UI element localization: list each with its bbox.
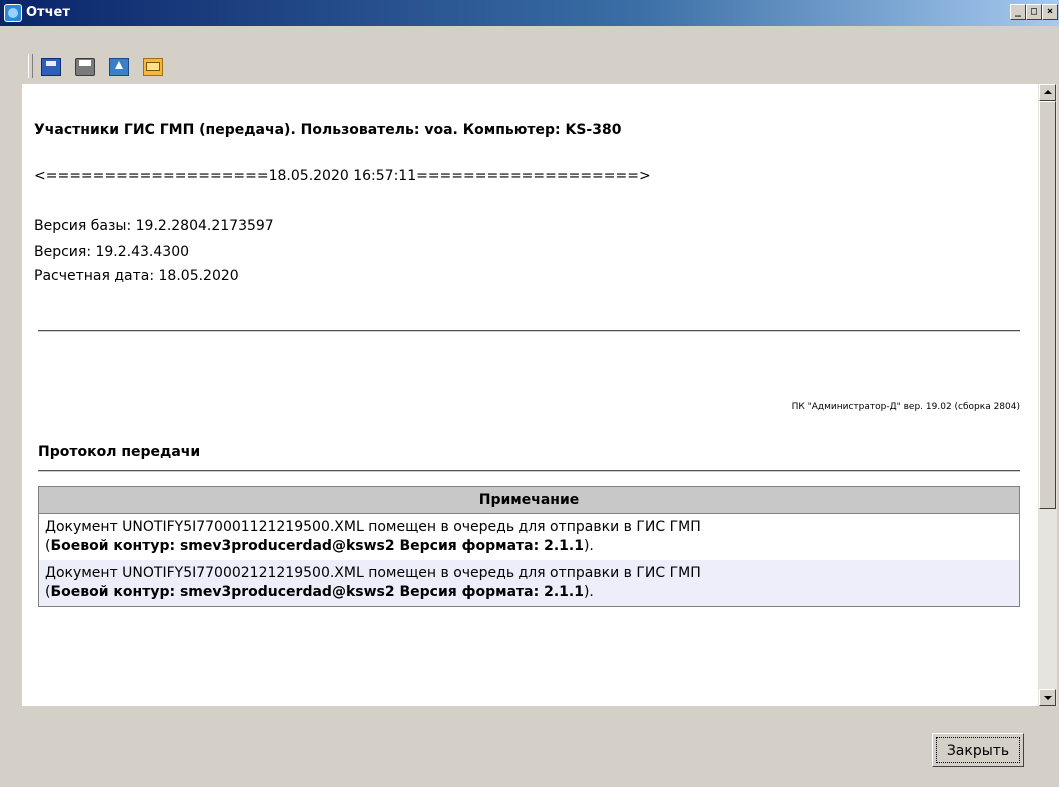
paren-close: ).: [583, 584, 594, 600]
save-icon[interactable]: [41, 58, 61, 76]
table-cell: Документ UNOTIFY5I770002121219500.XML по…: [38, 560, 1020, 607]
minimize-button[interactable]: _: [1010, 4, 1026, 20]
export-icon[interactable]: [109, 58, 129, 76]
divider: [38, 470, 1020, 472]
product-note: ПК "Администратор-Д" вер. 19.02 (сборка …: [791, 402, 1020, 412]
scroll-down-icon[interactable]: [1039, 689, 1056, 706]
print-icon[interactable]: [75, 58, 95, 76]
paren-close: ).: [583, 538, 594, 554]
calc-date: Расчетная дата: 18.05.2020: [34, 268, 239, 284]
protocol-title: Протокол передачи: [38, 444, 201, 460]
note-details: (Боевой контур: smev3producerdad@ksws2 В…: [45, 537, 1013, 556]
note-details: (Боевой контур: smev3producerdad@ksws2 В…: [45, 583, 1013, 602]
scroll-up-icon[interactable]: [1039, 84, 1056, 101]
divider: [38, 330, 1020, 332]
db-version: Версия базы: 19.2.2804.2173597: [34, 218, 274, 234]
column-header-note: Примечание: [38, 486, 1020, 514]
table-row: Документ UNOTIFY5I770001121219500.XML по…: [39, 514, 1020, 561]
window-title: Отчет: [26, 5, 70, 20]
protocol-table: Примечание Документ UNOTIFY5I77000112121…: [38, 486, 1020, 607]
title-bar: Отчет _ □ ×: [0, 0, 1059, 26]
table-row: Документ UNOTIFY5I770002121219500.XML по…: [38, 560, 1020, 607]
scroll-thumb[interactable]: [1039, 101, 1056, 509]
table-header-row: Примечание: [38, 486, 1020, 514]
close-button[interactable]: Закрыть: [932, 733, 1024, 767]
note-line: Документ UNOTIFY5I770002121219500.XML по…: [45, 565, 701, 581]
app-icon: [4, 4, 22, 22]
table-cell: Документ UNOTIFY5I770001121219500.XML по…: [39, 514, 1020, 561]
timestamp-separator: <===================18.05.2020 16:57:11=…: [34, 168, 651, 184]
vertical-scrollbar[interactable]: [1038, 84, 1057, 706]
toolbar: [0, 26, 1059, 84]
contour-info: Боевой контур: smev3producerdad@ksws2 Ве…: [50, 584, 584, 600]
mail-icon[interactable]: [143, 58, 163, 76]
app-version: Версия: 19.2.43.4300: [34, 244, 190, 260]
toolbar-grip[interactable]: [28, 54, 33, 78]
maximize-button[interactable]: □: [1026, 4, 1042, 20]
close-button-label: Закрыть: [936, 737, 1020, 763]
close-window-button[interactable]: ×: [1042, 4, 1058, 20]
report-view: Участники ГИС ГМП (передача). Пользовате…: [22, 84, 1038, 706]
contour-info: Боевой контур: smev3producerdad@ksws2 Ве…: [50, 538, 584, 554]
report-heading: Участники ГИС ГМП (передача). Пользовате…: [34, 122, 622, 138]
note-line: Документ UNOTIFY5I770001121219500.XML по…: [45, 519, 701, 535]
